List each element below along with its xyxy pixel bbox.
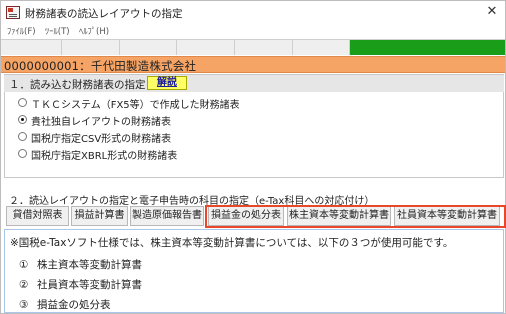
- info-item-number: ①: [19, 259, 29, 271]
- menu-tools[interactable]: ﾂｰﾙ(T): [45, 25, 70, 37]
- tabs-highlight-frame: [205, 205, 506, 228]
- radio-label: 貴社独自レイアウトの財務諸表: [31, 117, 171, 128]
- radio-label: 国税庁指定CSV形式の財務諸表: [31, 134, 172, 145]
- toolbar-green-indicator: [350, 40, 505, 55]
- menu-help[interactable]: ﾍﾙﾌﾟ(H): [79, 25, 109, 37]
- info-list-item: ③ 損益金の処分表: [19, 297, 111, 312]
- radio-button[interactable]: [18, 149, 27, 158]
- radio-label: 国税庁指定XBRL形式の財務諸表: [31, 151, 178, 162]
- window-title: 財務諸表の読込レイアウトの指定: [25, 8, 183, 20]
- toolbar-slot[interactable]: [120, 40, 177, 55]
- section-1-title: １．読み込む財務諸表の指定: [9, 79, 146, 91]
- dialog-window: 財務諸表の読込レイアウトの指定 ✕ ﾌｧｲﾙ(F) ﾂｰﾙ(T) ﾍﾙﾌﾟ(H)…: [0, 0, 506, 314]
- menu-file[interactable]: ﾌｧｲﾙ(F): [7, 25, 36, 37]
- toolbar: [1, 39, 505, 55]
- close-button[interactable]: ✕: [485, 5, 499, 19]
- company-name: 0000000001：千代田製造株式会社: [4, 59, 197, 73]
- tab-manufacturing-cost[interactable]: 製造原価報告書: [130, 206, 204, 226]
- info-item-label: 損益金の処分表: [37, 299, 111, 311]
- radio-button[interactable]: [18, 132, 27, 141]
- company-bar: 0000000001：千代田製造株式会社: [1, 56, 505, 73]
- toolbar-slot[interactable]: [235, 40, 293, 55]
- info-note: ※国税e-Taxソフト仕様では、株主資本等変動計算書については、以下の３つが使用…: [10, 237, 454, 249]
- radio-label: ＴＫＣシステム（FX5等）で作成した財務諸表: [31, 100, 240, 111]
- info-item-number: ③: [19, 299, 29, 311]
- info-item-number: ②: [19, 279, 29, 291]
- toolbar-slot[interactable]: [177, 40, 235, 55]
- title-bar: 財務諸表の読込レイアウトの指定 ✕: [1, 1, 505, 25]
- toolbar-slot[interactable]: [1, 40, 62, 55]
- app-icon: [6, 6, 20, 19]
- info-list-item: ① 株主資本等変動計算書: [19, 257, 142, 272]
- radio-button[interactable]: [18, 98, 27, 107]
- menu-bar: ﾌｧｲﾙ(F) ﾂｰﾙ(T) ﾍﾙﾌﾟ(H): [1, 25, 505, 39]
- info-item-label: 株主資本等変動計算書: [37, 259, 142, 271]
- info-item-label: 社員資本等変動計算書: [37, 279, 142, 291]
- info-panel: ※国税e-Taxソフト仕様では、株主資本等変動計算書については、以下の３つが使用…: [4, 229, 504, 313]
- toolbar-slot[interactable]: [62, 40, 120, 55]
- explain-button[interactable]: 解説: [147, 76, 187, 90]
- info-list-item: ② 社員資本等変動計算書: [19, 277, 142, 292]
- tab-balance-sheet[interactable]: 貸借対照表: [6, 206, 69, 226]
- tab-income-statement[interactable]: 損益計算書: [71, 206, 128, 226]
- radio-button-checked[interactable]: [18, 115, 27, 124]
- toolbar-slot[interactable]: [293, 40, 350, 55]
